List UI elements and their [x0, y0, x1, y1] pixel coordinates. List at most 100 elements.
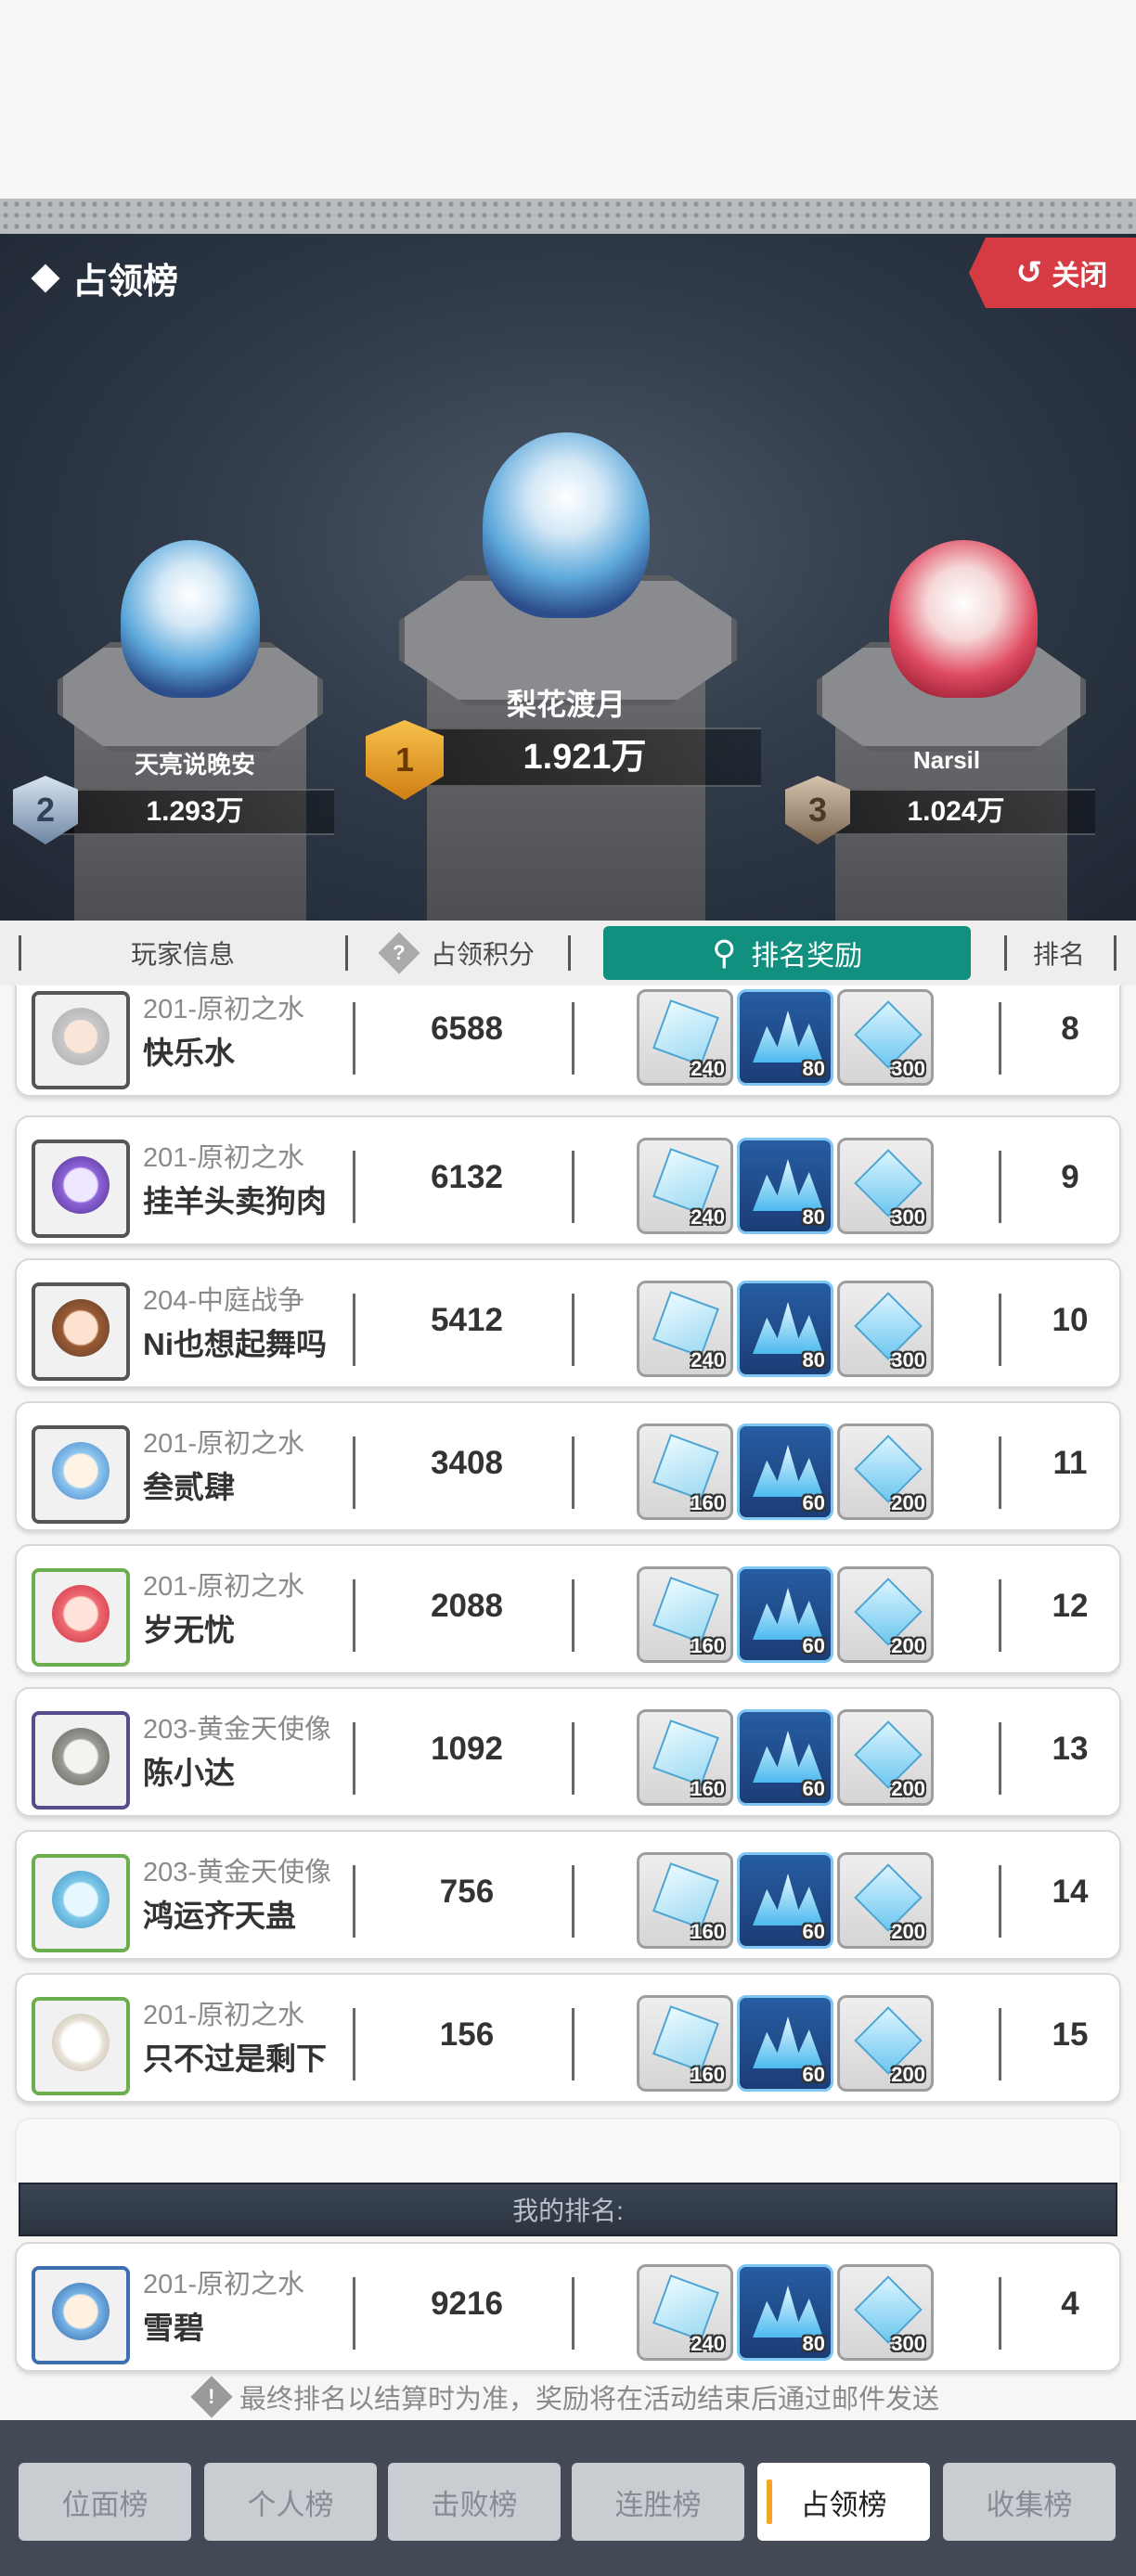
list-item[interactable]: 203-黄金天使像 陈小达 1092 160 60 200 13 [15, 1687, 1121, 1817]
reward-item-cluster[interactable]: 60 [737, 1709, 833, 1806]
avatar [32, 1568, 130, 1667]
crystal-cluster-icon [753, 1302, 823, 1354]
player-server: 204-中庭战争 [143, 1286, 305, 1316]
list-item[interactable]: 201-原初之水 只不过是剩下 156 160 60 200 15 [15, 1973, 1121, 2103]
player-score: 6132 [431, 1159, 503, 1195]
character-first [483, 432, 650, 618]
tab-occupation-rank[interactable]: 占领榜 [757, 2463, 930, 2541]
reward-item-cluster[interactable]: 80 [737, 2264, 833, 2361]
player-score: 5412 [431, 1302, 503, 1338]
player-score: 6588 [431, 1011, 503, 1047]
player-rank: 8 [1061, 1011, 1079, 1047]
reward-item-crystal[interactable]: 160 [637, 1995, 733, 2092]
reward-item-cluster[interactable]: 80 [737, 989, 833, 1086]
list-item[interactable]: 201-原初之水 挂羊头卖狗肉 6132 240 80 300 9 [15, 1115, 1121, 1245]
first-score: 1.921万 [408, 728, 761, 787]
reward-item-crystal[interactable]: 160 [637, 1566, 733, 1663]
avatar [32, 2266, 130, 2364]
player-rank: 14 [1052, 1874, 1089, 1910]
tab-defeat-rank[interactable]: 击败榜 [388, 2463, 561, 2541]
list-item[interactable]: 204-中庭战争 Ni也想起舞吗 5412 240 80 300 10 [15, 1258, 1121, 1388]
player-server: 203-黄金天使像 [143, 1858, 332, 1887]
my-rank-header: 我的排名: [19, 2183, 1117, 2236]
reward-item-shard[interactable]: 200 [837, 1423, 934, 1520]
third-name: Narsil [912, 746, 981, 774]
tab-collection-rank[interactable]: 收集榜 [943, 2463, 1116, 2541]
column-player-info: 玩家信息 [130, 940, 235, 969]
character-third [889, 540, 1038, 698]
reward-item-crystal[interactable]: 240 [637, 989, 733, 1086]
tab-streak-rank[interactable]: 连胜榜 [572, 2463, 744, 2541]
divider [568, 935, 571, 971]
player-server: 201-原初之水 [143, 1572, 305, 1602]
crystal-cluster-icon [753, 1159, 823, 1211]
player-name: 只不过是剩下 [143, 2041, 327, 2076]
reward-item-cluster[interactable]: 80 [737, 1281, 833, 1377]
reward-item-cluster[interactable]: 60 [737, 1566, 833, 1663]
crystal-cluster-icon [753, 1445, 823, 1497]
player-rank: 4 [1061, 2286, 1079, 2322]
reward-item-crystal[interactable]: 240 [637, 1281, 733, 1377]
reward-item-crystal[interactable]: 240 [637, 1138, 733, 1234]
list-item[interactable]: 201-原初之水 快乐水 6588 240 80 300 8 [15, 985, 1121, 1097]
reward-item-crystal[interactable]: 160 [637, 1709, 733, 1806]
list-item[interactable]: 201-原初之水 叁贰肆 3408 160 60 200 11 [15, 1401, 1121, 1531]
player-score: 9216 [431, 2286, 503, 2322]
player-name: 叁贰肆 [143, 1470, 235, 1504]
second-name: 天亮说晚安 [134, 751, 255, 779]
player-rank: 10 [1052, 1302, 1089, 1338]
player-rank: 13 [1052, 1731, 1089, 1767]
reward-item-cluster[interactable]: 60 [737, 1995, 833, 2092]
player-server: 201-原初之水 [143, 1143, 305, 1173]
player-rank: 12 [1052, 1588, 1089, 1624]
reward-item-shard[interactable]: 200 [837, 1709, 934, 1806]
reward-item-cluster[interactable]: 80 [737, 1138, 833, 1234]
my-rank-row[interactable]: 201-原初之水 雪碧 9216 240 80 300 4 [15, 2242, 1121, 2372]
rank-reward-button[interactable]: ⚲ 排名奖励 [603, 926, 971, 980]
player-server: 203-黄金天使像 [143, 1715, 332, 1745]
tab-personal-rank[interactable]: 个人榜 [204, 2463, 377, 2541]
close-button[interactable]: ↺ 关闭 [969, 238, 1136, 308]
reward-item-shard[interactable]: 200 [837, 1566, 934, 1663]
podium-banner: 占领榜 ↺ 关闭 天亮说晚安 1.293万 2 梨花渡月 1.921万 1 Na… [0, 234, 1136, 921]
avatar [32, 1282, 130, 1381]
reward-item-shard[interactable]: 300 [837, 2264, 934, 2361]
reward-item-cluster[interactable]: 60 [737, 1852, 833, 1949]
reward-item-shard[interactable]: 200 [837, 1995, 934, 2092]
column-rank: 排名 [1032, 940, 1085, 969]
player-server: 201-原初之水 [143, 1429, 305, 1459]
list-item-partial [15, 2118, 1121, 2183]
page-title: 占领榜 [31, 252, 178, 303]
reward-item-crystal[interactable]: 160 [637, 1852, 733, 1949]
player-server: 201-原初之水 [143, 2270, 305, 2299]
player-name: 陈小达 [143, 1756, 235, 1790]
list-item[interactable]: 201-原初之水 岁无忧 2088 160 60 200 12 [15, 1544, 1121, 1674]
reward-item-shard[interactable]: 200 [837, 1852, 934, 1949]
reward-item-shard[interactable]: 300 [837, 1281, 934, 1377]
avatar [32, 1997, 130, 2095]
decorative-stripe [0, 199, 1136, 234]
reward-item-crystal[interactable]: 160 [637, 1423, 733, 1520]
reward-item-crystal[interactable]: 240 [637, 2264, 733, 2361]
column-header: 玩家信息 ? 占领积分 ⚲ 排名奖励 排名 [0, 921, 1136, 985]
help-icon[interactable]: ? [378, 932, 420, 974]
crystal-cluster-icon [753, 1588, 823, 1640]
status-area [0, 0, 1136, 199]
player-rank: 15 [1052, 2016, 1089, 2053]
tab-plane-rank[interactable]: 位面榜 [19, 2463, 191, 2541]
player-name: 雪碧 [143, 2311, 204, 2345]
player-score: 1092 [431, 1731, 503, 1767]
reward-item-cluster[interactable]: 60 [737, 1423, 833, 1520]
list-item[interactable]: 203-黄金天使像 鸿运齐天蛊 756 160 60 200 14 [15, 1830, 1121, 1960]
first-name: 梨花渡月 [506, 688, 626, 721]
avatar [32, 991, 130, 1089]
ranking-list[interactable]: 201-原初之水 快乐水 6588 240 80 300 8 201-原初之水 … [0, 985, 1136, 2183]
player-score: 756 [439, 1874, 495, 1910]
reward-item-shard[interactable]: 300 [837, 989, 934, 1086]
diamond-icon [31, 263, 60, 293]
warning-icon: ! [190, 2376, 233, 2418]
column-score: ? 占领积分 [353, 921, 566, 985]
reward-item-shard[interactable]: 300 [837, 1138, 934, 1234]
crystal-cluster-icon [753, 2286, 823, 2338]
player-rank: 9 [1061, 1159, 1079, 1195]
